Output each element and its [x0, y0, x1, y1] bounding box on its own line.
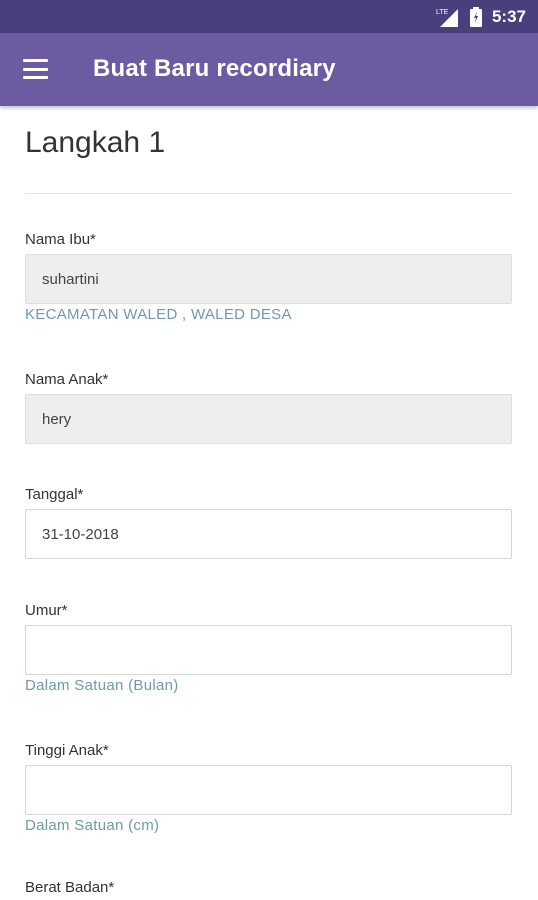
umur-input[interactable]: [25, 625, 512, 675]
menu-icon[interactable]: [23, 59, 48, 79]
nama-ibu-field[interactable]: suhartini: [25, 254, 512, 304]
tanggal-label: Tanggal*: [25, 486, 84, 503]
divider: [25, 193, 512, 194]
nama-ibu-value: suhartini: [42, 270, 99, 288]
svg-text:LTE: LTE: [436, 9, 449, 16]
battery-icon: [469, 6, 482, 27]
tanggal-value: 31-10-2018: [42, 525, 119, 543]
tanggal-field[interactable]: 31-10-2018: [25, 509, 512, 559]
app-bar: Buat Baru recordiary: [0, 33, 538, 106]
tinggi-anak-input[interactable]: [25, 765, 512, 815]
signal-icon: LTE: [436, 8, 458, 27]
step-title: Langkah 1: [25, 126, 166, 159]
umur-label: Umur*: [25, 602, 68, 619]
tinggi-anak-label: Tinggi Anak*: [25, 742, 109, 759]
tinggi-anak-hint: Dalam Satuan (cm): [25, 817, 160, 834]
nama-anak-label: Nama Anak*: [25, 371, 109, 388]
umur-hint: Dalam Satuan (Bulan): [25, 677, 179, 694]
app-screen: LTE 5:37 Buat Baru recordiary Langkah 1 …: [0, 0, 538, 900]
nama-anak-field[interactable]: hery: [25, 394, 512, 444]
status-time: 5:37: [491, 6, 526, 26]
nama-ibu-hint: KECAMATAN WALED , WALED DESA: [25, 306, 292, 323]
status-bar: LTE 5:37: [0, 0, 538, 33]
berat-badan-label: Berat Badan*: [25, 879, 115, 896]
nama-ibu-label: Nama Ibu*: [25, 231, 96, 248]
nama-anak-value: hery: [42, 410, 72, 428]
app-title: Buat Baru recordiary: [93, 55, 336, 82]
